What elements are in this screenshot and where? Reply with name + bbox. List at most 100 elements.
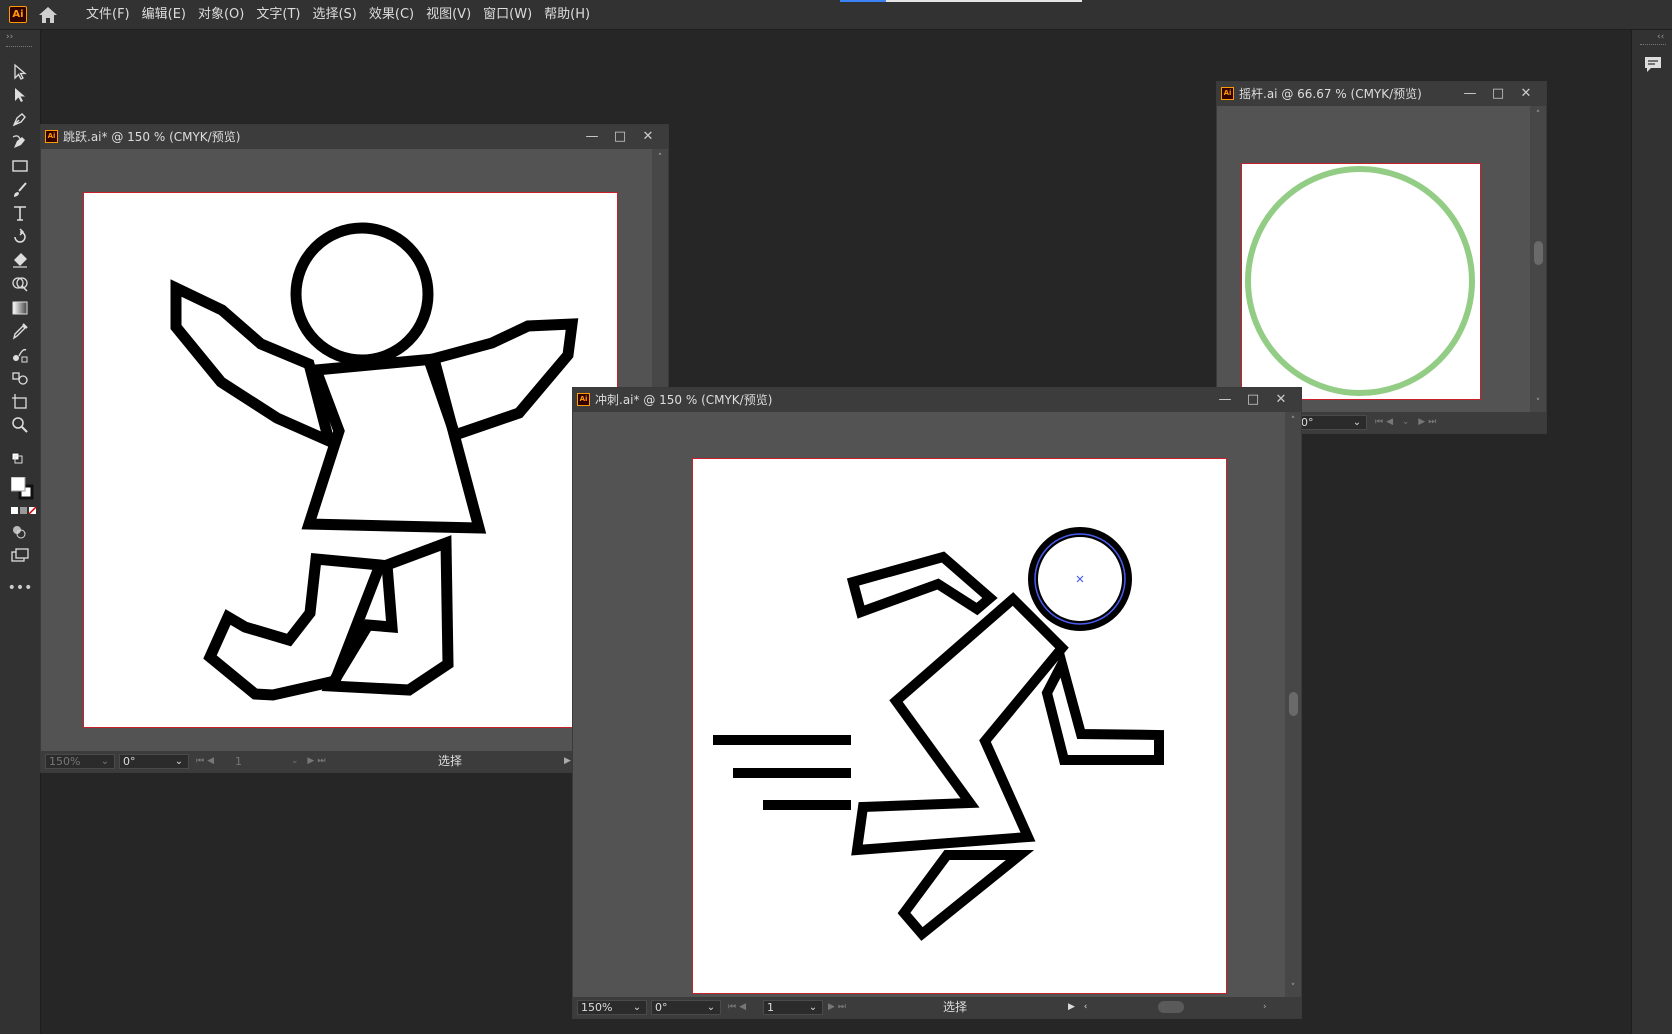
- menu-object[interactable]: 对象(O): [192, 0, 250, 29]
- menu-bar: Ai 文件(F) 编辑(E) 对象(O) 文字(T) 选择(S) 效果(C) 视…: [0, 0, 1672, 30]
- type-tool-icon[interactable]: [7, 202, 33, 224]
- scroll-up-icon[interactable]: ˄: [1285, 416, 1301, 426]
- rotate-dropdown-icon[interactable]: ⌄: [1349, 415, 1365, 430]
- window-controls: — □ ✕: [578, 125, 662, 149]
- rectangle-tool-icon[interactable]: [7, 155, 33, 177]
- first-prev-artboard-icons[interactable]: ⏮◀: [728, 997, 749, 1018]
- panel-grip[interactable]: [1640, 44, 1666, 47]
- menu-help[interactable]: 帮助(H): [538, 0, 596, 29]
- menu-select[interactable]: 选择(S): [306, 0, 362, 29]
- window-title: 摇杆.ai @ 66.67 % (CMYK/预览): [1239, 87, 1422, 101]
- minimize-button[interactable]: —: [1456, 82, 1484, 106]
- curvature-tool-icon[interactable]: [7, 131, 33, 153]
- minimize-button[interactable]: —: [578, 125, 606, 149]
- scroll-right-icon[interactable]: ›: [1263, 997, 1270, 1018]
- tools-panel: ›› •••: [0, 30, 41, 1034]
- minimize-button[interactable]: —: [1211, 388, 1239, 412]
- direct-selection-tool-icon[interactable]: [7, 84, 33, 106]
- scroll-down-icon[interactable]: ˅: [1530, 398, 1546, 408]
- main-menu: 文件(F) 编辑(E) 对象(O) 文字(T) 选择(S) 效果(C) 视图(V…: [80, 0, 596, 29]
- window-controls: — □ ✕: [1456, 82, 1540, 106]
- jumping-figure-artwork[interactable]: [84, 193, 619, 729]
- close-button[interactable]: ✕: [1512, 82, 1540, 106]
- scroll-up-icon[interactable]: ˄: [652, 153, 668, 163]
- home-icon[interactable]: [36, 4, 60, 26]
- rotate-tool-icon[interactable]: [7, 226, 33, 248]
- scroll-thumb[interactable]: [1289, 692, 1298, 716]
- artboard-tool-icon[interactable]: [7, 391, 33, 413]
- maximize-button[interactable]: □: [1239, 388, 1267, 412]
- close-button[interactable]: ✕: [1267, 388, 1295, 412]
- window-title: 跳跃.ai* @ 150 % (CMYK/预览): [63, 130, 241, 144]
- ai-file-icon: Ai: [1221, 87, 1234, 100]
- scroll-down-icon[interactable]: ˅: [1285, 983, 1301, 993]
- panel-grip[interactable]: [6, 46, 32, 49]
- menu-view[interactable]: 视图(V): [420, 0, 477, 29]
- draw-mode-icon[interactable]: [7, 522, 33, 544]
- vertical-scrollbar[interactable]: ˄ ˅: [1285, 412, 1301, 997]
- menu-file[interactable]: 文件(F): [80, 0, 136, 29]
- document-window-sprint[interactable]: Ai 冲刺.ai* @ 150 % (CMYK/预览) — □ ✕ ˄ ˅ 15…: [572, 387, 1302, 1019]
- artboard[interactable]: [692, 458, 1227, 994]
- sprinting-figure-artwork[interactable]: [693, 459, 1228, 995]
- zoom-tool-icon[interactable]: [7, 414, 33, 436]
- pen-tool-icon[interactable]: [7, 108, 33, 130]
- menu-edit[interactable]: 编辑(E): [136, 0, 192, 29]
- symbol-sprayer-tool-icon[interactable]: [7, 367, 33, 389]
- current-tool-label: 选择: [943, 1000, 968, 1014]
- next-last-artboard-icons[interactable]: ⌄ ▶⏭: [291, 751, 328, 772]
- eyedropper-tool-icon[interactable]: [7, 320, 33, 342]
- collapse-panel-icon[interactable]: ››: [6, 32, 13, 42]
- blend-tool-icon[interactable]: [7, 344, 33, 366]
- eraser-tool-icon[interactable]: [7, 249, 33, 271]
- horizontal-scroll-thumb[interactable]: [1158, 1001, 1184, 1013]
- first-prev-artboard-icons[interactable]: ⏮◀: [196, 751, 217, 772]
- rotate-dropdown-icon[interactable]: ⌄: [703, 1000, 719, 1015]
- workspace-switcher-bar[interactable]: [886, 0, 1082, 2]
- artboard[interactable]: [83, 192, 618, 728]
- center-point-marker: [1076, 575, 1084, 583]
- current-tool-label: 选择: [438, 754, 463, 768]
- status-bar: 150% ⌄ 0° ⌄ ⏮◀ 1 ⌄ ▶⏭ 选择 ▶ ‹ ›: [573, 997, 1301, 1018]
- maximize-button[interactable]: □: [606, 125, 634, 149]
- vertical-scrollbar[interactable]: ˄ ˅: [1530, 106, 1546, 412]
- shape-builder-tool-icon[interactable]: [7, 273, 33, 295]
- comments-icon[interactable]: [1642, 54, 1664, 76]
- selection-tool-icon[interactable]: [7, 61, 33, 83]
- zoom-dropdown-icon[interactable]: ⌄: [629, 1000, 645, 1015]
- ring-artwork[interactable]: [1242, 164, 1482, 401]
- more-tools-icon[interactable]: •••: [7, 577, 33, 599]
- menu-type[interactable]: 文字(T): [250, 0, 306, 29]
- next-last-artboard-icons[interactable]: ▶⏭: [828, 997, 849, 1018]
- artboard-dropdown-icon[interactable]: ⌄: [805, 1000, 821, 1015]
- default-colors-icon[interactable]: [7, 450, 33, 472]
- artboard-nav-icons[interactable]: ⏮◀ ⌄ ▶⏭: [1375, 412, 1439, 433]
- ai-file-icon: Ai: [45, 130, 58, 143]
- zoom-dropdown-icon[interactable]: ⌄: [97, 754, 113, 769]
- collapse-dock-icon[interactable]: ‹‹: [1657, 32, 1664, 42]
- window-title: 冲刺.ai* @ 150 % (CMYK/预览): [595, 393, 773, 407]
- gradient-tool-icon[interactable]: [7, 297, 33, 319]
- ai-file-icon: Ai: [577, 393, 590, 406]
- right-panel-dock: ‹‹: [1631, 30, 1672, 1034]
- fill-stroke-swatch[interactable]: [7, 475, 34, 500]
- workspace-switcher-accent: [840, 0, 886, 2]
- artboard[interactable]: [1241, 163, 1481, 400]
- artboard-number-field[interactable]: 1: [231, 754, 291, 769]
- paintbrush-tool-icon[interactable]: [7, 179, 33, 201]
- menu-effect[interactable]: 效果(C): [363, 0, 420, 29]
- document-window-joystick[interactable]: Ai 摇杆.ai @ 66.67 % (CMYK/预览) — □ ✕ ˄ ˅ ⌄…: [1216, 81, 1547, 434]
- maximize-button[interactable]: □: [1484, 82, 1512, 106]
- menu-window[interactable]: 窗口(W): [477, 0, 538, 29]
- screen-mode-icon[interactable]: [7, 545, 33, 567]
- scroll-thumb[interactable]: [1534, 241, 1543, 265]
- window-titlebar[interactable]: Ai 摇杆.ai @ 66.67 % (CMYK/预览) — □ ✕: [1217, 82, 1546, 106]
- close-button[interactable]: ✕: [634, 125, 662, 149]
- illustrator-logo: Ai: [9, 6, 27, 23]
- rotate-dropdown-icon[interactable]: ⌄: [171, 754, 187, 769]
- scroll-up-icon[interactable]: ˄: [1530, 110, 1546, 120]
- window-controls: — □ ✕: [1211, 388, 1295, 412]
- window-titlebar[interactable]: Ai 冲刺.ai* @ 150 % (CMYK/预览) — □ ✕: [573, 388, 1301, 412]
- window-titlebar[interactable]: Ai 跳跃.ai* @ 150 % (CMYK/预览) — □ ✕: [41, 125, 668, 149]
- status-menu-icon[interactable]: ▶ ‹: [1068, 997, 1090, 1018]
